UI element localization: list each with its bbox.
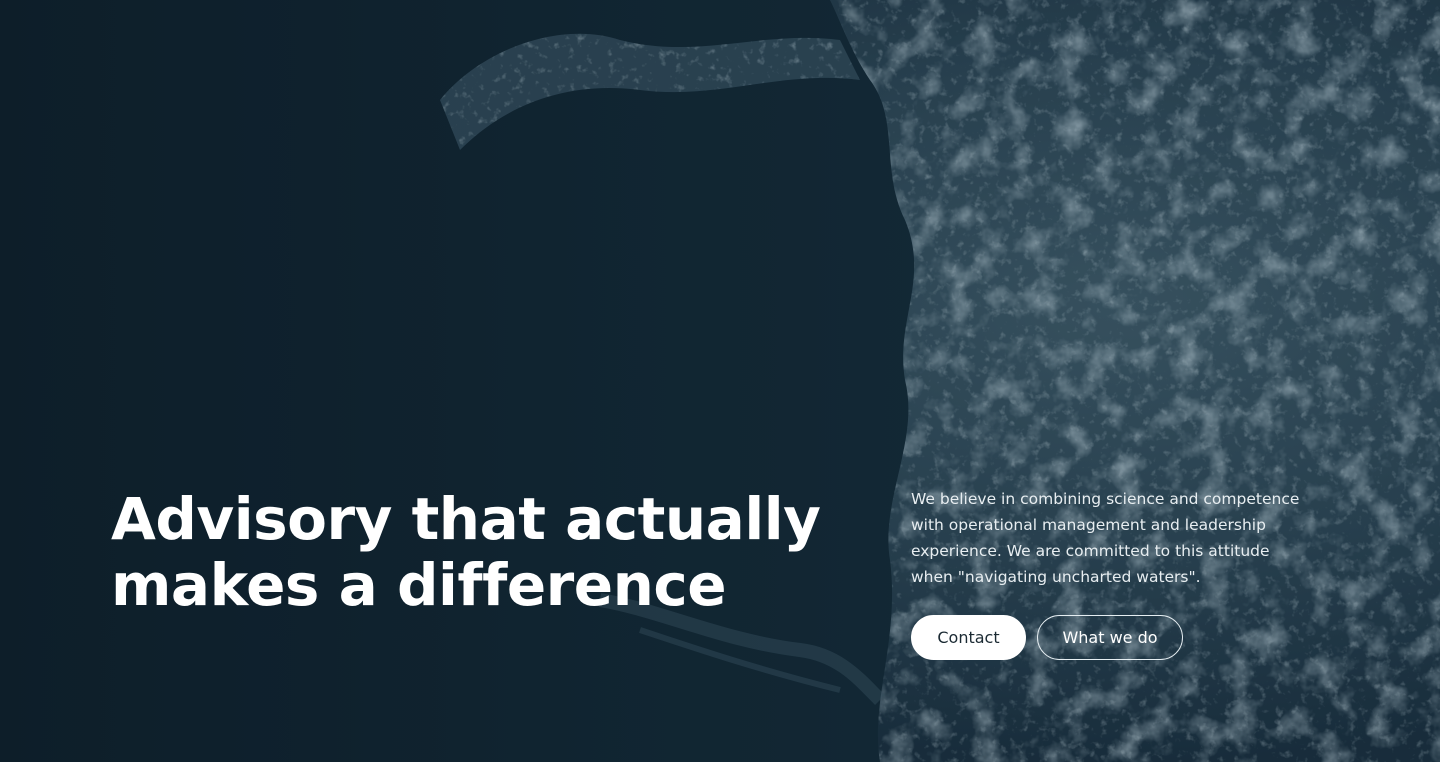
cta-button-row: Contact What we do bbox=[911, 615, 1183, 660]
hero-intro: We believe in combining science and comp… bbox=[911, 486, 1331, 660]
headline-line-1: Advisory that actually bbox=[111, 485, 821, 553]
what-we-do-button[interactable]: What we do bbox=[1037, 615, 1183, 660]
intro-line-3: experience. We are committed to this att… bbox=[911, 542, 1270, 560]
intro-line-1: We believe in combining science and comp… bbox=[911, 490, 1300, 508]
hero-headline: Advisory that actually makes a differenc… bbox=[111, 486, 831, 618]
contact-button[interactable]: Contact bbox=[911, 615, 1026, 660]
hero-section: Advisory that actually makes a differenc… bbox=[0, 0, 1440, 762]
intro-paragraph: We believe in combining science and comp… bbox=[911, 486, 1331, 590]
intro-line-2: with operational management and leadersh… bbox=[911, 516, 1266, 534]
headline-line-2: makes a difference bbox=[111, 551, 727, 619]
intro-line-4: when "navigating uncharted waters". bbox=[911, 568, 1201, 586]
ocean-background-image bbox=[0, 0, 1440, 762]
